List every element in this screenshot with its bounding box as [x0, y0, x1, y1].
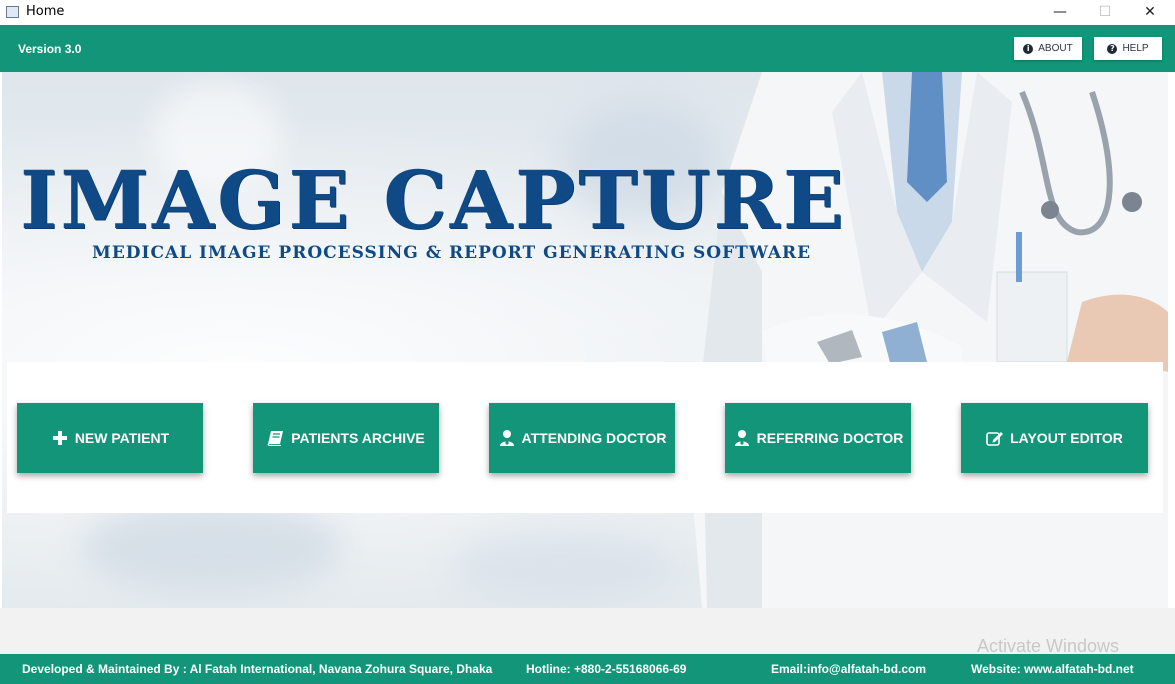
window-titlebar: Home — ☐ ✕	[0, 0, 1175, 26]
attending-doctor-label: ATTENDING DOCTOR	[521, 430, 667, 446]
patients-archive-label: PATIENTS ARCHIVE	[291, 430, 425, 446]
brand-subtitle: MEDICAL IMAGE PROCESSING & REPORT GENERA…	[92, 243, 812, 263]
doctor-icon	[733, 429, 751, 447]
new-patient-label: NEW PATIENT	[74, 430, 170, 446]
layout-editor-button[interactable]: LAYOUT EDITOR	[961, 403, 1148, 473]
edit-icon	[986, 429, 1004, 447]
footer-email: Email:info@alfatah-bd.com	[771, 662, 927, 676]
main-menu-panel: NEW PATIENT PATIENTS ARCHIVE ATTENDING D…	[7, 362, 1163, 513]
hero-banner: IMAGE CAPTURE MEDICAL IMAGE PROCESSING &…	[2, 72, 1168, 608]
referring-doctor-button[interactable]: REFERRING DOCTOR	[725, 403, 911, 473]
referring-doctor-label: REFERRING DOCTOR	[756, 430, 904, 446]
version-label: Version 3.0	[18, 42, 82, 56]
attending-doctor-button[interactable]: ATTENDING DOCTOR	[489, 403, 675, 473]
minimize-button[interactable]: —	[1037, 0, 1083, 24]
footer-website: Website: www.alfatah-bd.net	[971, 662, 1134, 676]
new-patient-button[interactable]: NEW PATIENT	[17, 403, 203, 473]
info-icon: i	[1023, 43, 1034, 54]
layout-editor-label: LAYOUT EDITOR	[1010, 430, 1123, 446]
question-icon: ?	[1107, 43, 1118, 54]
brand-title: IMAGE CAPTURE	[20, 153, 847, 247]
help-button[interactable]: ? HELP	[1094, 37, 1162, 60]
about-label: ABOUT	[1038, 43, 1073, 54]
plus-icon	[51, 429, 69, 447]
app-icon	[6, 6, 19, 18]
footer-developer: Developed & Maintained By : Al Fatah Int…	[22, 662, 493, 676]
book-icon	[267, 429, 285, 447]
footer-hotline: Hotline: +880-2-55168066-69	[526, 662, 687, 676]
app-footer: Developed & Maintained By : Al Fatah Int…	[0, 654, 1175, 684]
maximize-button[interactable]: ☐	[1082, 0, 1128, 24]
help-label: HELP	[1122, 43, 1149, 54]
close-button[interactable]: ✕	[1127, 0, 1173, 24]
app-header: Version 3.0 i ABOUT ? HELP	[0, 25, 1175, 72]
window-title: Home	[26, 4, 65, 19]
about-button[interactable]: i ABOUT	[1014, 37, 1082, 60]
doctor-icon	[498, 429, 516, 447]
patients-archive-button[interactable]: PATIENTS ARCHIVE	[253, 403, 439, 473]
